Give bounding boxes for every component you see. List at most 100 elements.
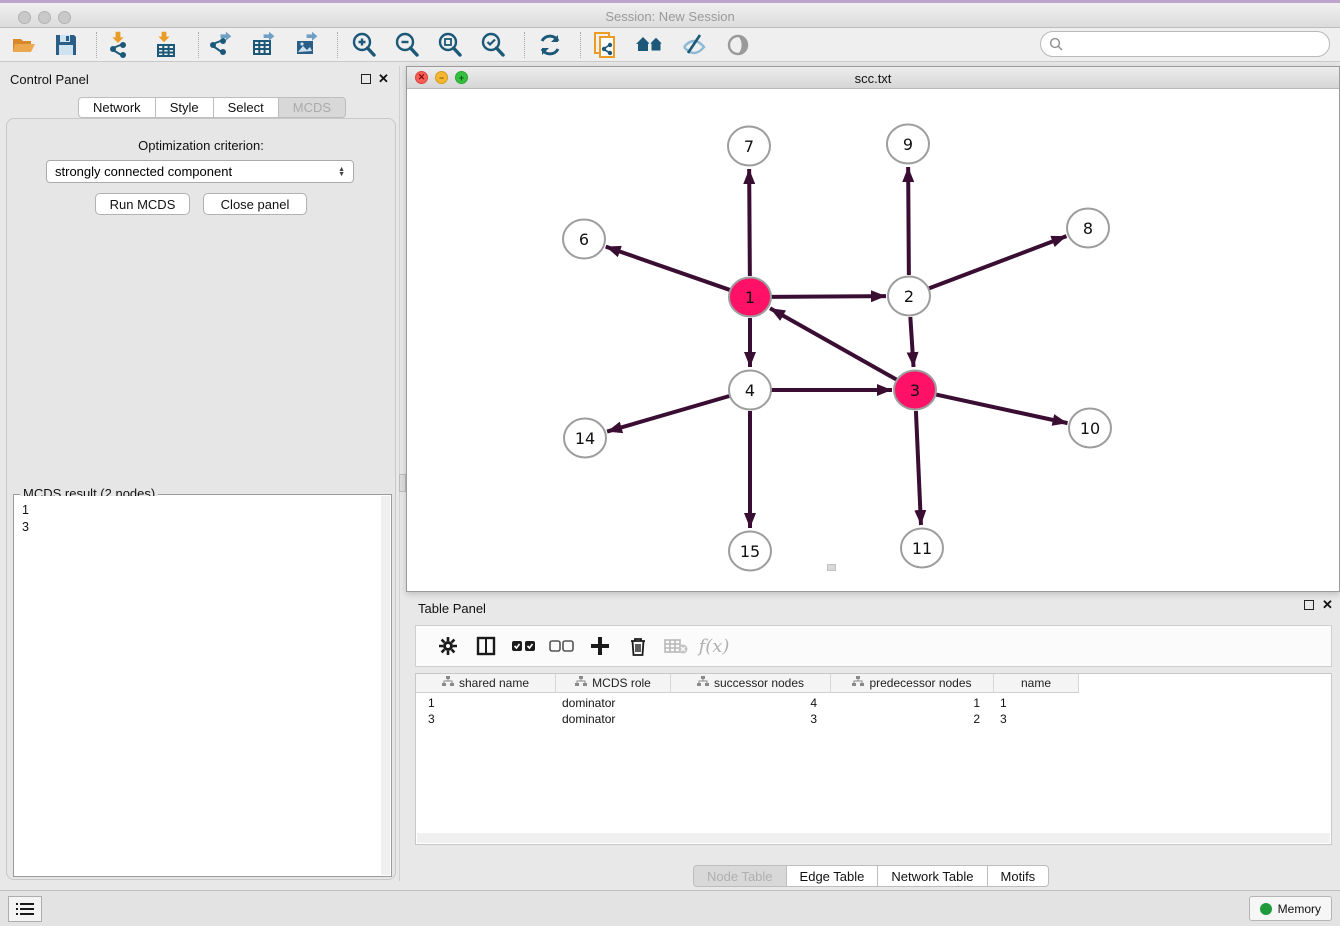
- table-tabs: Node TableEdge TableNetwork TableMotifs: [693, 865, 1049, 887]
- graph-edge-3-1[interactable]: [770, 308, 897, 379]
- task-history-button[interactable]: [8, 896, 42, 922]
- window-titlebar: Session: New Session: [0, 0, 1340, 28]
- table-row[interactable]: 3dominator323: [416, 711, 1079, 727]
- graph-edge-2-9[interactable]: [908, 167, 909, 275]
- result-scrollbar[interactable]: [381, 496, 390, 875]
- table-settings-icon[interactable]: [429, 631, 467, 661]
- toolbar-separator: [96, 32, 97, 58]
- optimization-criterion-label: Optimization criterion:: [7, 138, 395, 153]
- graph-edge-3-11[interactable]: [916, 411, 921, 525]
- attribute-tree-icon: [697, 676, 709, 690]
- table-toolbar: f(x): [415, 625, 1332, 667]
- network-window-titlebar: ✕ − + scc.txt: [407, 67, 1339, 89]
- select-all-checkbox-icon[interactable]: [505, 631, 543, 661]
- status-bar: Memory: [0, 890, 1340, 926]
- toolbar-separator: [198, 32, 199, 58]
- zoom-out-icon[interactable]: [391, 30, 423, 60]
- column-header-shared-name[interactable]: shared name: [416, 674, 556, 693]
- save-session-icon[interactable]: [50, 30, 82, 60]
- graph-edge-1-6[interactable]: [606, 247, 730, 290]
- table-header-row: shared nameMCDS rolesuccessor nodesprede…: [416, 674, 1079, 693]
- tab-network-table[interactable]: Network Table: [877, 865, 986, 887]
- cell-shared-name[interactable]: 1: [416, 695, 556, 711]
- cell-successor-nodes[interactable]: 4: [671, 695, 831, 711]
- tab-select[interactable]: Select: [213, 97, 278, 118]
- graph-edge-3-10[interactable]: [936, 394, 1068, 423]
- search-box[interactable]: [1040, 31, 1330, 57]
- import-table-icon[interactable]: [150, 30, 182, 60]
- optimization-criterion-dropdown[interactable]: strongly connected component ▲▼: [46, 160, 354, 183]
- graph-edge-2-3[interactable]: [910, 317, 913, 367]
- dropdown-value: strongly connected component: [55, 164, 232, 179]
- cell-name[interactable]: 1: [994, 695, 1079, 711]
- float-table-panel-icon[interactable]: [1304, 600, 1314, 610]
- mcds-result-text[interactable]: 1 3: [15, 496, 381, 875]
- zoom-in-icon[interactable]: [348, 30, 380, 60]
- export-image-icon[interactable]: [291, 30, 323, 60]
- cell-name[interactable]: 3: [994, 711, 1079, 727]
- cell-predecessor-nodes[interactable]: 2: [831, 711, 994, 727]
- graph-edge-1-2[interactable]: [771, 296, 886, 297]
- tab-network[interactable]: Network: [78, 97, 155, 118]
- cell-MCDS-role[interactable]: dominator: [556, 711, 671, 727]
- split-divider-grip[interactable]: [399, 474, 406, 492]
- hide-selected-icon[interactable]: [678, 30, 710, 60]
- toolbar-separator: [580, 32, 581, 58]
- close-panel-button[interactable]: Close panel: [203, 193, 307, 215]
- column-header-predecessor-nodes[interactable]: predecessor nodes: [831, 674, 994, 693]
- open-session-icon[interactable]: [8, 30, 40, 60]
- column-header-MCDS-role[interactable]: MCDS role: [556, 674, 671, 693]
- clone-network-icon[interactable]: [590, 30, 622, 60]
- cell-predecessor-nodes[interactable]: 1: [831, 695, 994, 711]
- node-table: shared nameMCDS rolesuccessor nodesprede…: [415, 673, 1332, 845]
- tab-style[interactable]: Style: [155, 97, 213, 118]
- close-table-panel-icon[interactable]: ✕: [1322, 597, 1333, 613]
- graph-node-label: 3: [910, 381, 920, 400]
- search-input[interactable]: [1064, 37, 1314, 51]
- column-header-name[interactable]: name: [994, 674, 1079, 693]
- memory-status-icon: [1260, 903, 1272, 915]
- float-panel-icon[interactable]: [361, 74, 371, 84]
- memory-button[interactable]: Memory: [1249, 896, 1332, 921]
- table-hscrollbar[interactable]: [417, 833, 1330, 843]
- graph-node-label: 11: [912, 539, 932, 558]
- delete-entry-icon[interactable]: [619, 631, 657, 661]
- first-neighbors-icon[interactable]: [634, 30, 666, 60]
- show-columns-icon[interactable]: [467, 631, 505, 661]
- graph-edge-1-7[interactable]: [749, 169, 750, 276]
- export-table-icon[interactable]: [248, 30, 280, 60]
- refresh-layout-icon[interactable]: [534, 30, 566, 60]
- insert-entry-icon[interactable]: [581, 631, 619, 661]
- mcds-panel: Optimization criterion: strongly connect…: [6, 118, 396, 880]
- zoom-fit-icon[interactable]: [434, 30, 466, 60]
- import-network-icon[interactable]: [104, 30, 136, 60]
- network-window-title: scc.txt: [407, 71, 1339, 86]
- graph-node-label: 9: [903, 135, 913, 154]
- tab-mcds[interactable]: MCDS: [278, 97, 346, 118]
- toolbar-separator: [524, 32, 525, 58]
- column-header-successor-nodes[interactable]: successor nodes: [671, 674, 831, 693]
- deselect-all-checkbox-icon[interactable]: [543, 631, 581, 661]
- resize-grip[interactable]: [827, 564, 836, 571]
- graph-edge-2-8[interactable]: [929, 236, 1067, 288]
- table-row[interactable]: 1dominator411: [416, 695, 1079, 711]
- graph-edge-4-14[interactable]: [607, 396, 730, 432]
- tab-motifs[interactable]: Motifs: [987, 865, 1050, 887]
- cell-successor-nodes[interactable]: 3: [671, 711, 831, 727]
- show-all-icon[interactable]: [722, 30, 754, 60]
- cell-MCDS-role[interactable]: dominator: [556, 695, 671, 711]
- control-panel-tabs: NetworkStyleSelectMCDS: [78, 97, 346, 118]
- cell-shared-name[interactable]: 3: [416, 711, 556, 727]
- zoom-selected-icon[interactable]: [477, 30, 509, 60]
- network-window: ✕ − + scc.txt 7968124314101511: [406, 66, 1340, 592]
- run-mcds-button[interactable]: Run MCDS: [95, 193, 190, 215]
- close-panel-icon[interactable]: ✕: [378, 71, 389, 87]
- export-network-icon[interactable]: [205, 30, 237, 60]
- network-canvas[interactable]: 7968124314101511: [407, 89, 1339, 591]
- tab-node-table[interactable]: Node Table: [693, 865, 786, 887]
- main-toolbar: [0, 28, 1340, 62]
- graph-node-label: 7: [744, 137, 754, 156]
- function-builder-icon: f(x): [695, 631, 733, 661]
- tab-edge-table[interactable]: Edge Table: [786, 865, 878, 887]
- control-panel-header: Control Panel ✕: [0, 66, 399, 92]
